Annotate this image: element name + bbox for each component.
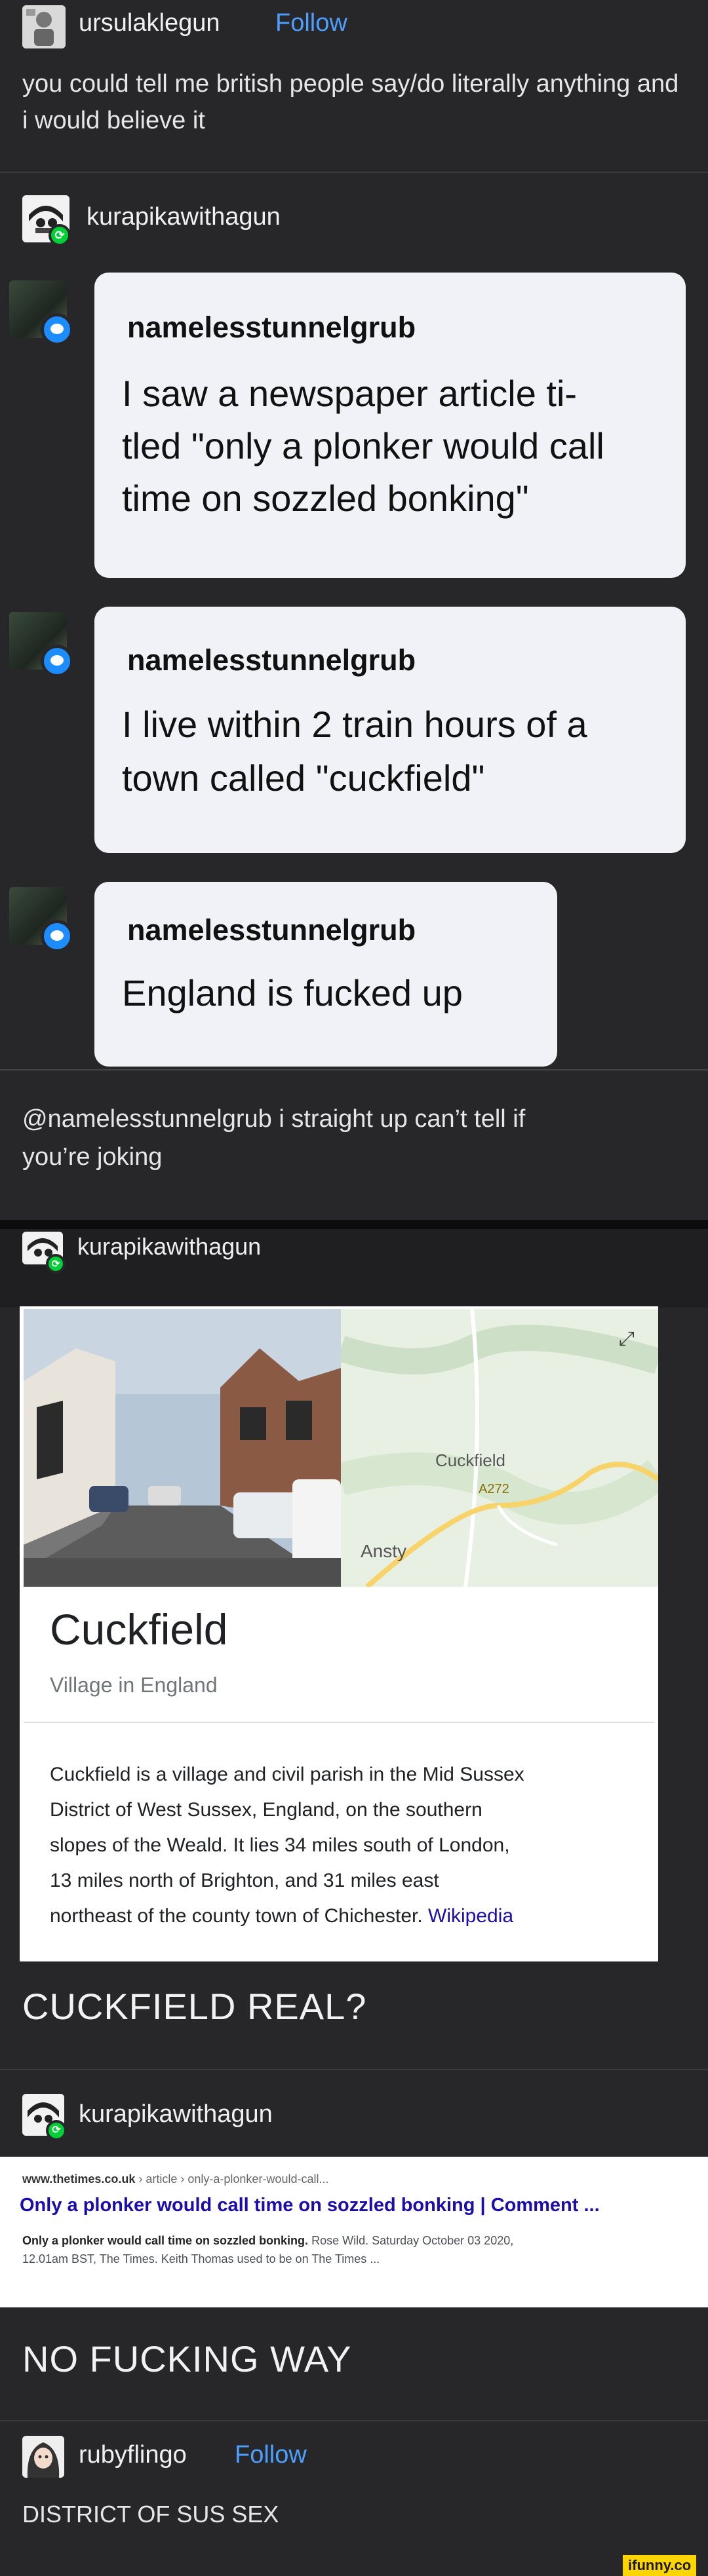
chat-bubble-icon bbox=[41, 920, 73, 953]
username-ursulaklegun[interactable]: ursulaklegun bbox=[79, 9, 220, 37]
snippet-rest: Rose Wild. Saturday October 03 2020, bbox=[308, 2234, 514, 2247]
follow-button[interactable]: Follow bbox=[275, 9, 347, 37]
post-text: you could tell me british people say/do … bbox=[22, 66, 684, 139]
map-label-other: Ansty bbox=[361, 1541, 407, 1561]
bubble-line: I live within 2 train hours of a bbox=[122, 704, 587, 745]
bubble-line: town called "cuckfield" bbox=[122, 757, 485, 799]
bubble-line: I saw a newspaper article ti- bbox=[122, 373, 578, 414]
bubble-line: England is fucked up bbox=[122, 972, 463, 1013]
chat-bubble-3: namelesstunnelgrub England is fucked up bbox=[94, 882, 557, 1067]
snippet-bold: Only a plonker would call time on sozzle… bbox=[22, 2234, 309, 2247]
place-title: Cuckfield bbox=[50, 1605, 228, 1654]
search-result: www.thetimes.co.uk › article › only-a-pl… bbox=[0, 2157, 708, 2307]
description-line: slopes of the Weald. It lies 34 miles so… bbox=[50, 1834, 510, 1856]
result-title-link[interactable]: Only a plonker would call time on sozzle… bbox=[20, 2195, 600, 2216]
bubble-line: time on sozzled bonking" bbox=[122, 478, 529, 519]
description-line: 13 miles north of Brighton, and 31 miles… bbox=[50, 1870, 439, 1891]
description-line: Cuckfield is a village and civil parish … bbox=[50, 1764, 524, 1785]
username-rubyflingo[interactable]: rubyflingo bbox=[79, 2441, 187, 2469]
knowledge-card: ⤢ Cuckfield A272 Ansty Cuckfield Village… bbox=[20, 1306, 658, 1961]
map-label-road: A272 bbox=[479, 1482, 509, 1496]
watermark-text: ifunny.co bbox=[628, 2557, 692, 2573]
place-description: Cuckfield is a village and civil parish … bbox=[50, 1757, 640, 1934]
url-domain: www.thetimes.co.uk bbox=[22, 2172, 136, 2186]
snippet-line-1: Only a plonker would call time on sozzle… bbox=[22, 2231, 691, 2250]
rubyflingo-avatar[interactable] bbox=[22, 2436, 64, 2478]
avatar-figure-icon bbox=[22, 5, 66, 48]
bubble-sender-name[interactable]: namelesstunnelgrub bbox=[127, 643, 416, 677]
anime-girl-avatar-icon bbox=[22, 2436, 64, 2478]
chat-bubble-1: namelesstunnelgrub I saw a newspaper art… bbox=[94, 273, 686, 578]
reblog-icon: ⟳ bbox=[49, 224, 71, 246]
map-expand-icon[interactable]: ⤢ bbox=[614, 1326, 640, 1352]
url-path: › article › only-a-plonker-would-call... bbox=[135, 2172, 329, 2186]
divider bbox=[0, 2420, 708, 2421]
follow-button[interactable]: Follow bbox=[235, 2441, 307, 2469]
map-label-town: Cuckfield bbox=[435, 1450, 505, 1470]
divider bbox=[0, 172, 708, 173]
ursulaklegun-avatar[interactable] bbox=[22, 5, 66, 48]
post-body: you could tell me british people say/do … bbox=[22, 70, 679, 134]
reblog-icon: ⟳ bbox=[46, 1254, 66, 1274]
reply-line: you’re joking bbox=[22, 1143, 163, 1171]
username-kurapikawithagun[interactable]: kurapikawithagun bbox=[79, 2100, 273, 2129]
description-line: northeast of the county town of Chichest… bbox=[50, 1905, 423, 1927]
result-url[interactable]: www.thetimes.co.uk › article › only-a-pl… bbox=[22, 2172, 328, 2186]
description-line: District of West Sussex, England, on the… bbox=[50, 1799, 482, 1821]
bubble-sender-name[interactable]: namelesstunnelgrub bbox=[127, 311, 416, 345]
result-snippet: Only a plonker would call time on sozzle… bbox=[22, 2231, 691, 2268]
post-text: DISTRICT OF SUS SEX bbox=[22, 2501, 279, 2528]
username-kurapikawithagun[interactable]: kurapikawithagun bbox=[77, 1233, 261, 1260]
chat-bubble-2: namelesstunnelgrub I live within 2 train… bbox=[94, 607, 686, 853]
bubble-sender-name[interactable]: namelesstunnelgrub bbox=[127, 913, 416, 947]
description-line-last: northeast of the county town of Chichest… bbox=[50, 1899, 640, 1934]
reply-line: @namelesstunnelgrub i straight up can’t … bbox=[22, 1105, 526, 1133]
divider bbox=[0, 2069, 708, 2070]
screenshot-border bbox=[0, 1220, 708, 1229]
ifunny-watermark: ifunny.co bbox=[623, 2555, 697, 2576]
chat-bubble-icon bbox=[41, 645, 73, 677]
card-divider bbox=[24, 1722, 654, 1723]
reblog-icon: ⟳ bbox=[46, 2120, 67, 2141]
username-kurapikawithagun[interactable]: kurapikawithagun bbox=[87, 203, 281, 231]
wikipedia-link[interactable]: Wikipedia bbox=[428, 1905, 513, 1927]
caption-cuckfield-real: CUCKFIELD REAL? bbox=[22, 1986, 367, 2027]
divider bbox=[0, 1069, 708, 1070]
snippet-line-2: 12.01am BST, The Times. Keith Thomas use… bbox=[22, 2252, 380, 2265]
caption-no-way: NO FUCKING WAY bbox=[22, 2338, 352, 2379]
chat-bubble-icon bbox=[41, 313, 73, 346]
place-subtitle: Village in England bbox=[50, 1673, 218, 1697]
street-photo bbox=[24, 1309, 341, 1587]
bubble-line: tled "only a plonker would call bbox=[122, 425, 604, 466]
